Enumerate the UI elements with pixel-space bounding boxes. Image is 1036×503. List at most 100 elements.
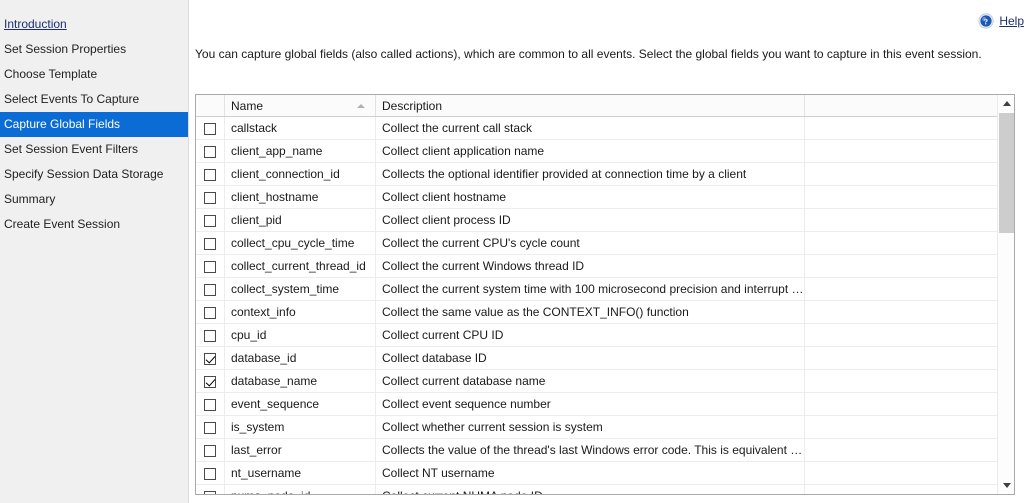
checkbox-unchecked[interactable] [204,306,216,319]
table-row[interactable]: nt_username Collect NT username [196,461,997,485]
sidebar-item-summary[interactable]: Summary [0,187,189,212]
grid-vertical-scrollbar[interactable] [997,95,1014,494]
checkbox-unchecked[interactable] [204,421,216,434]
checkbox-unchecked[interactable] [204,444,216,457]
cell-name: database_id [224,346,376,370]
row-checkbox-cell[interactable] [196,254,225,278]
cell-name: database_name [224,369,376,393]
row-checkbox-cell[interactable] [196,300,225,324]
checkbox-unchecked[interactable] [204,260,216,273]
table-row[interactable]: cpu_id Collect current CPU ID [196,323,997,347]
row-checkbox-cell[interactable] [196,415,225,439]
table-header: Name Description [196,95,997,117]
content-pane: ? Help You can capture global fields (al… [189,0,1036,503]
scroll-up-button[interactable] [998,95,1015,112]
cell-name: event_sequence [224,392,376,416]
cell-filler [804,323,997,347]
cell-description: Collect client hostname [375,185,805,209]
row-checkbox-cell[interactable] [196,277,225,301]
checkbox-unchecked[interactable] [204,214,216,227]
cell-description: Collect whether current session is syste… [375,415,805,439]
cell-filler [804,484,997,494]
checkbox-unchecked[interactable] [204,145,216,158]
row-checkbox-cell[interactable] [196,369,225,393]
table-row[interactable]: context_info Collect the same value as th… [196,300,997,324]
row-checkbox-cell[interactable] [196,185,225,209]
cell-name: numa_node_id [224,484,376,494]
cell-description: Collect event sequence number [375,392,805,416]
row-checkbox-cell[interactable] [196,323,225,347]
sidebar-item-set-session-event-filters[interactable]: Set Session Event Filters [0,137,189,162]
table-row[interactable]: client_app_name Collect client applicatio… [196,139,997,163]
checkbox-unchecked[interactable] [204,168,216,181]
row-checkbox-cell[interactable] [196,438,225,462]
table-row[interactable]: collect_system_time Collect the current s… [196,277,997,301]
table-row[interactable]: event_sequence Collect event sequence num… [196,392,997,416]
table-row[interactable]: client_connection_id Collects the optiona… [196,162,997,186]
global-fields-grid: Name Description callstack Collect the cu… [195,94,1015,495]
checkbox-unchecked[interactable] [204,329,216,342]
column-header-select[interactable] [196,95,225,117]
cell-name: cpu_id [224,323,376,347]
table-row[interactable]: client_pid Collect client process ID [196,208,997,232]
sidebar-item-specify-session-data-storage[interactable]: Specify Session Data Storage [0,162,189,187]
cell-filler [804,392,997,416]
cell-filler [804,254,997,278]
row-checkbox-cell[interactable] [196,139,225,163]
row-checkbox-cell[interactable] [196,392,225,416]
table-row[interactable]: collect_cpu_cycle_time Collect the curren… [196,231,997,255]
table-row[interactable]: database_id Collect database ID [196,346,997,370]
row-checkbox-cell[interactable] [196,208,225,232]
table-row[interactable]: client_hostname Collect client hostname [196,185,997,209]
checkbox-checked[interactable] [204,352,216,365]
chevron-down-icon [1002,483,1011,488]
cell-description: Collect client application name [375,139,805,163]
table-row[interactable]: numa_node_idCollect current NUMA node ID [196,484,997,494]
instruction-text: You can capture global fields (also call… [195,47,982,61]
scroll-down-button[interactable] [998,477,1015,494]
row-checkbox-cell[interactable] [196,461,225,485]
row-checkbox-cell[interactable] [196,346,225,370]
column-header-description[interactable]: Description [375,95,805,117]
chevron-up-icon [1002,101,1011,106]
column-header-name[interactable]: Name [224,95,376,117]
row-checkbox-cell[interactable] [196,116,225,140]
sidebar-item-choose-template[interactable]: Choose Template [0,62,189,87]
table-row[interactable]: database_name Collect current database na… [196,369,997,393]
row-checkbox-cell[interactable] [196,231,225,255]
sidebar-item-label: Introduction [4,17,67,31]
checkbox-unchecked[interactable] [204,237,216,250]
checkbox-unchecked[interactable] [204,398,216,411]
help-circle-icon: ? [978,13,994,29]
sidebar-item-select-events-to-capture[interactable]: Select Events To Capture [0,87,189,112]
cell-filler [804,139,997,163]
sidebar-item-capture-global-fields[interactable]: Capture Global Fields [0,112,189,137]
help-link[interactable]: ? Help [978,13,1024,29]
cell-description: Collect the current call stack [375,116,805,140]
table-row[interactable]: is_system Collect whether current session… [196,415,997,439]
row-checkbox-cell[interactable] [196,484,225,494]
sidebar-item-label: Choose Template [4,67,98,81]
cell-filler [804,369,997,393]
row-checkbox-cell[interactable] [196,162,225,186]
header-row: Name Description [196,95,997,117]
sidebar-item-create-event-session[interactable]: Create Event Session [0,212,189,237]
checkbox-unchecked[interactable] [204,490,216,494]
table-body: callstack Collect the current call stack c… [196,116,997,494]
sidebar-item-label: Capture Global Fields [4,117,121,131]
sidebar-item-set-session-properties[interactable]: Set Session Properties [0,37,189,62]
checkbox-checked[interactable] [204,375,216,388]
wizard-step-sidebar: Introduction Set Session Properties Choose… [0,0,189,503]
table-row[interactable]: collect_current_thread_id Collect the cur… [196,254,997,278]
cell-name: client_connection_id [224,162,376,186]
table-row[interactable]: last_error Collects the value of the thre… [196,438,997,462]
checkbox-unchecked[interactable] [204,191,216,204]
checkbox-unchecked[interactable] [204,467,216,480]
help-label[interactable]: Help [999,14,1024,28]
sidebar-item-label: Create Event Session [4,217,121,231]
sidebar-item-introduction[interactable]: Introduction [0,12,189,37]
checkbox-unchecked[interactable] [204,122,216,135]
checkbox-unchecked[interactable] [204,283,216,296]
scrollbar-thumb[interactable] [999,113,1014,233]
table-row[interactable]: callstack Collect the current call stack [196,116,997,140]
